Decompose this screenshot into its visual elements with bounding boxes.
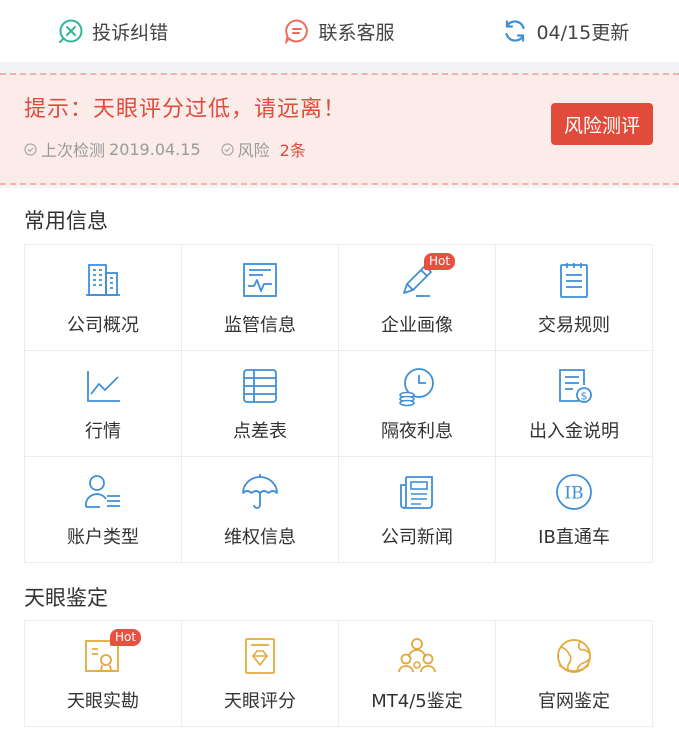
risk-assessment-button[interactable]: 风险测评 [551, 103, 653, 145]
check-circle-icon [221, 142, 234, 156]
warning-meta: 上次检测 2019.04.15 风险 2条 [24, 137, 326, 161]
grid-item-tianyan-score[interactable]: 天眼评分 [182, 621, 339, 727]
ib-badge-icon: IB [556, 473, 592, 510]
warning-message: 提示：天眼评分过低，请远离！ [24, 97, 347, 122]
hot-badge: Hot [424, 252, 456, 270]
grid-item-regulation[interactable]: 监管信息 [182, 245, 339, 351]
close-circle-icon [59, 19, 83, 43]
last-check-date: 2019.04.15 [109, 139, 201, 159]
common-info-grid: 公司概况 监管信息 Hot 企业画像 交易规则 行情 点差表 隔夜利息 $ 出入… [24, 244, 653, 563]
customer-service-label: 联系客服 [318, 21, 395, 44]
svg-text:$: $ [581, 389, 588, 402]
grid-item-mt45-verification[interactable]: MT4/5鉴定 [339, 621, 496, 727]
grid-item-market[interactable]: 行情 [25, 351, 182, 457]
grid-item-company-overview[interactable]: 公司概况 [25, 245, 182, 351]
grid-item-website-verification[interactable]: 官网鉴定 [496, 621, 653, 727]
risk-label: 风险 [237, 141, 270, 160]
refresh-icon [505, 20, 526, 42]
update-button[interactable]: 04/15更新 [453, 18, 679, 45]
top-action-bar: 投诉纠错 联系客服 04/15更新 [0, 0, 679, 62]
chat-bubble-icon [285, 19, 309, 44]
grid-item-rights-protection[interactable]: 维权信息 [182, 457, 339, 563]
update-label: 04/15更新 [536, 21, 630, 44]
hot-badge: Hot [110, 628, 142, 646]
grid-item-company-news[interactable]: 公司新闻 [339, 457, 496, 563]
svg-text:IB: IB [564, 483, 583, 503]
clock-coins-icon [399, 367, 434, 406]
building-icon [86, 263, 120, 296]
notebook-icon [560, 262, 588, 298]
customer-service-button[interactable]: 联系客服 [226, 18, 452, 45]
grid-item-trading-rules[interactable]: 交易规则 [496, 245, 653, 351]
risk-info: 风险 2条 [221, 137, 306, 161]
last-check-label: 上次检测 [41, 141, 106, 160]
grid-item-account-types[interactable]: 账户类型 [25, 457, 182, 563]
complaint-label: 投诉纠错 [92, 21, 169, 44]
grid-item-enterprise-profile[interactable]: Hot 企业画像 [339, 245, 496, 351]
grid-item-overnight-interest[interactable]: 隔夜利息 [339, 351, 496, 457]
grid-item-onsite-inspection[interactable]: Hot 天眼实勘 [25, 621, 182, 727]
table-icon [243, 368, 277, 403]
line-chart-icon [87, 370, 120, 402]
verification-title: 天眼鉴定 [24, 586, 108, 610]
verification-grid: Hot 天眼实勘 天眼评分 MT4/5鉴定 官网鉴定 [24, 620, 653, 727]
money-doc-icon: $ [559, 368, 592, 403]
complaint-button[interactable]: 投诉纠错 [0, 18, 226, 45]
grid-item-spread-table[interactable]: 点差表 [182, 351, 339, 457]
team-icon [398, 637, 436, 672]
diamond-doc-icon [245, 637, 275, 674]
check-circle-icon [24, 142, 37, 156]
user-list-icon [84, 474, 120, 508]
risk-warning-banner: 提示：天眼评分过低，请远离！ 上次检测 2019.04.15 风险 2条 风险测… [0, 73, 679, 185]
regulation-doc-icon [243, 262, 277, 297]
umbrella-icon [242, 473, 278, 509]
globe-icon [557, 638, 591, 673]
last-check: 上次检测 2019.04.15 [24, 137, 201, 161]
risk-count: 2条 [279, 141, 306, 160]
common-info-title: 常用信息 [24, 209, 108, 233]
grid-item-ib-express[interactable]: IB IB直通车 [496, 457, 653, 563]
grid-item-deposit-withdraw[interactable]: $ 出入金说明 [496, 351, 653, 457]
newspaper-icon [400, 475, 433, 509]
